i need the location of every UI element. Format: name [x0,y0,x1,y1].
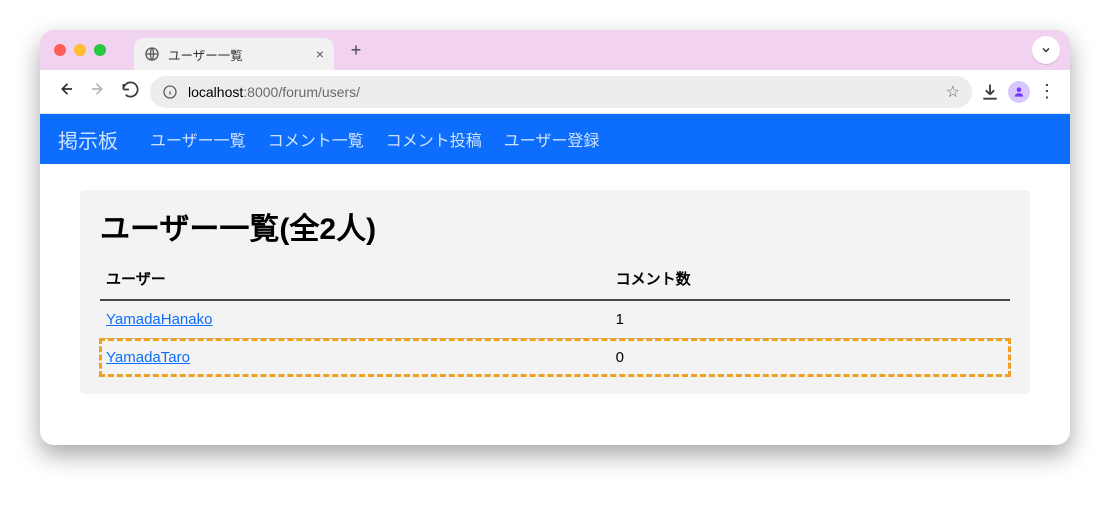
tab-overflow-button[interactable] [1032,36,1060,64]
nav-item-register[interactable]: ユーザー登録 [504,127,600,151]
table-row: YamadaHanako 1 [100,300,1010,339]
profile-avatar[interactable] [1008,81,1030,103]
tab-strip: ユーザー一覧 × + [40,30,1070,70]
page-title: ユーザー一覧(全2人) [100,204,1010,248]
tab-title: ユーザー一覧 [168,45,308,64]
forward-button[interactable] [86,80,110,103]
app-brand[interactable]: 掲示板 [58,125,118,154]
comment-count: 0 [610,339,1010,377]
col-user: ユーザー [100,258,610,300]
url-text: localhost:8000/forum/users/ [188,84,936,100]
nav-item-comments[interactable]: コメント一覧 [268,127,364,151]
address-bar[interactable]: localhost:8000/forum/users/ ☆ [150,76,972,108]
reload-button[interactable] [118,80,142,104]
close-tab-button[interactable]: × [316,46,324,62]
window-controls [54,44,106,56]
page-body: ユーザー一覧(全2人) ユーザー コメント数 YamadaHanako1Yama… [40,164,1070,424]
downloads-icon[interactable] [980,82,1000,102]
browser-tab[interactable]: ユーザー一覧 × [134,38,334,70]
bookmark-star-icon[interactable]: ☆ [946,82,960,102]
table-row: YamadaTaro 0 [100,339,1010,377]
back-button[interactable] [54,80,78,103]
col-comments: コメント数 [610,258,1010,300]
minimize-window-button[interactable] [74,44,86,56]
nav-item-users[interactable]: ユーザー一覧 [150,127,246,151]
user-link[interactable]: YamadaTaro [106,349,190,366]
nav-item-post[interactable]: コメント投稿 [386,127,482,151]
site-info-icon[interactable] [162,84,178,100]
app-navbar: 掲示板 ユーザー一覧 コメント一覧 コメント投稿 ユーザー登録 [40,114,1070,164]
browser-window: ユーザー一覧 × + [40,30,1070,445]
browser-menu-button[interactable]: ⋮ [1038,81,1056,102]
comment-count: 1 [610,300,1010,339]
maximize-window-button[interactable] [94,44,106,56]
globe-icon [144,46,160,62]
user-link[interactable]: YamadaHanako [106,311,212,328]
user-table: ユーザー コメント数 YamadaHanako 1 YamadaTaro 0 [100,258,1010,376]
new-tab-button[interactable]: + [342,36,370,64]
user-list-panel: ユーザー一覧(全2人) ユーザー コメント数 YamadaHanako1Yama… [80,190,1030,394]
browser-toolbar: localhost:8000/forum/users/ ☆ ⋮ [40,70,1070,114]
close-window-button[interactable] [54,44,66,56]
